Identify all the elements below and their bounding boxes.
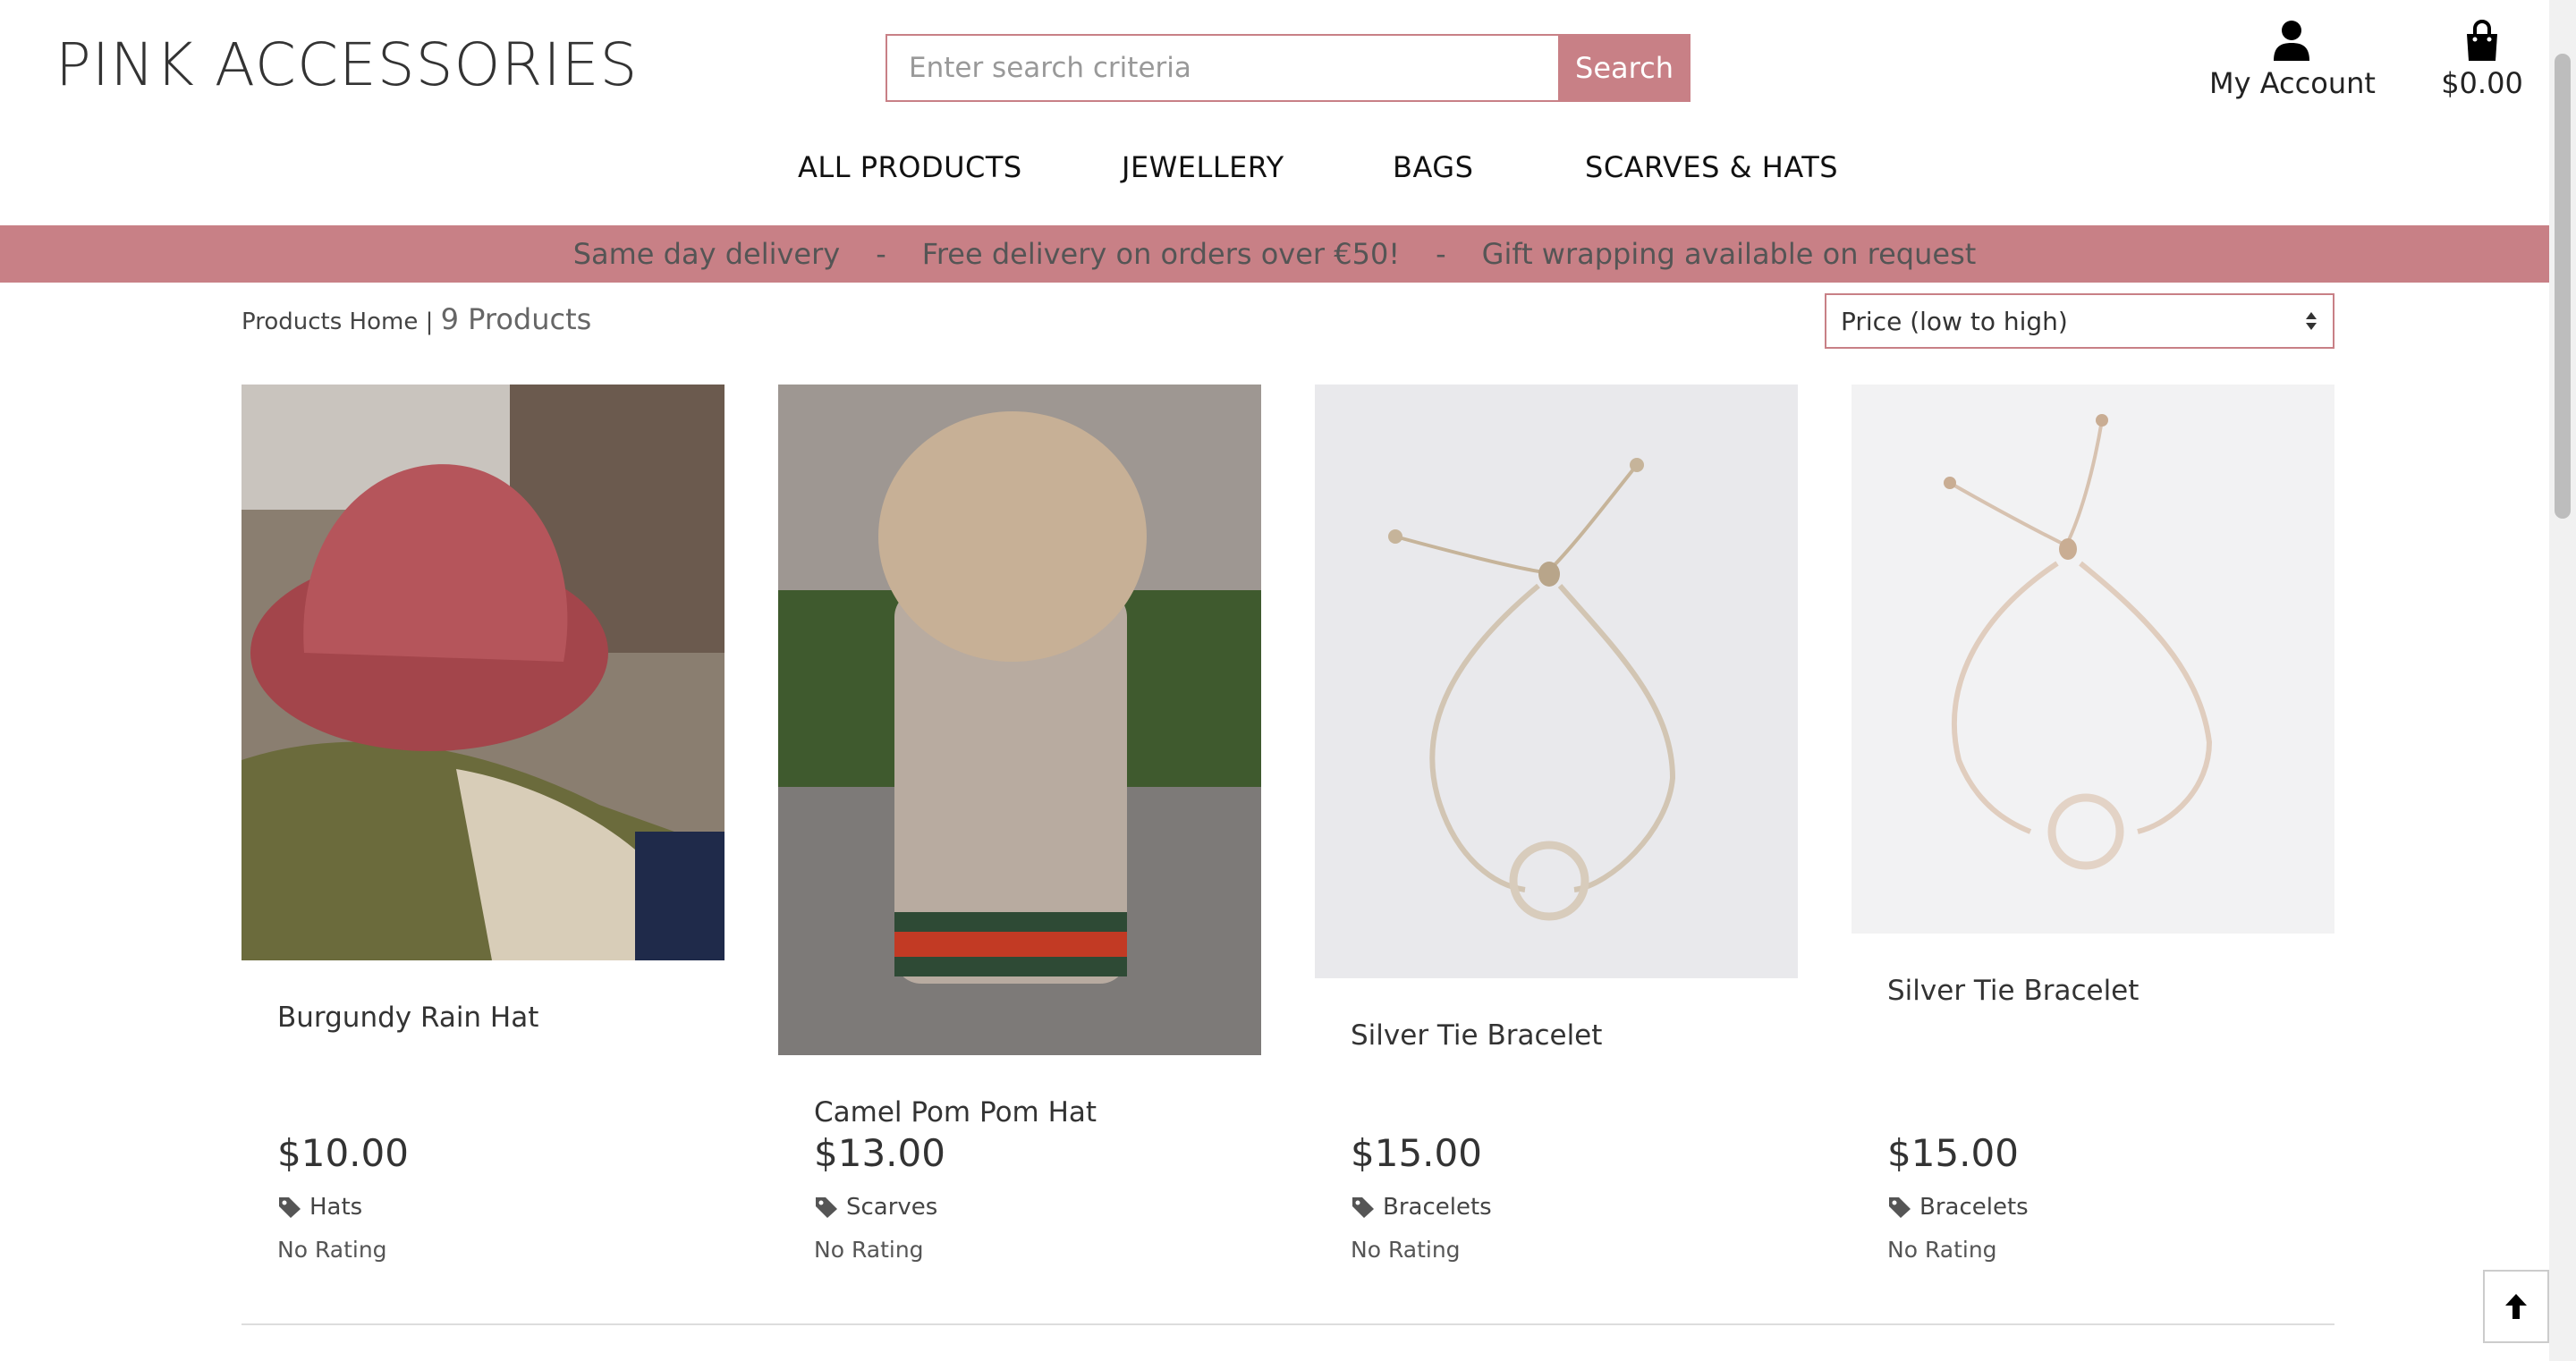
- product-rating: No Rating: [1887, 1237, 1997, 1263]
- promo-gift-wrap: Gift wrapping available on request: [1481, 237, 1977, 271]
- product-card[interactable]: Silver Tie Bracelet $15.00 Bracelets No …: [1852, 385, 2334, 1263]
- product-category[interactable]: Hats: [277, 1194, 362, 1221]
- cart-total: $0.00: [2441, 66, 2523, 100]
- shopping-bag-icon: [2467, 20, 2497, 61]
- cart-link[interactable]: $0.00: [2433, 20, 2531, 100]
- nav-jewellery[interactable]: JEWELLERY: [1122, 150, 1284, 184]
- back-to-top-button[interactable]: [2483, 1270, 2549, 1343]
- product-rating: No Rating: [277, 1237, 387, 1263]
- product-category[interactable]: Scarves: [814, 1194, 937, 1221]
- product-category-label: Bracelets: [1919, 1194, 2029, 1221]
- my-account-label: My Account: [2209, 66, 2376, 100]
- tag-icon: [816, 1197, 837, 1218]
- nav-scarves-hats[interactable]: SCARVES & HATS: [1585, 150, 1838, 184]
- page-scrollbar[interactable]: [2549, 0, 2576, 1361]
- tag-icon: [279, 1197, 301, 1218]
- breadcrumb-products-home[interactable]: Products Home: [242, 309, 418, 335]
- product-image[interactable]: [242, 385, 724, 960]
- product-name[interactable]: Camel Pom Pom Hat: [814, 1096, 1097, 1129]
- product-image[interactable]: [778, 385, 1261, 1055]
- product-category[interactable]: Bracelets: [1887, 1194, 2029, 1221]
- tag-icon: [1889, 1197, 1911, 1218]
- product-category-label: Scarves: [846, 1194, 938, 1221]
- product-card[interactable]: Burgundy Rain Hat $10.00 Hats No Rating: [242, 385, 724, 1263]
- product-card[interactable]: Silver Tie Bracelet $15.00 Bracelets No …: [1315, 385, 1798, 1263]
- search-button[interactable]: Search: [1558, 34, 1690, 102]
- product-price: $15.00: [1351, 1131, 1482, 1175]
- my-account-link[interactable]: My Account: [2209, 20, 2376, 100]
- product-category-label: Hats: [309, 1194, 363, 1221]
- site-logo[interactable]: PINK ACCESSORIES: [55, 30, 638, 99]
- promo-banner: Same day delivery - Free delivery on ord…: [0, 225, 2549, 283]
- sort-select[interactable]: Price (low to high): [1825, 293, 2334, 349]
- sort-selected-value: Price (low to high): [1841, 306, 2068, 336]
- product-category[interactable]: Bracelets: [1351, 1194, 1492, 1221]
- search-form: Search: [886, 34, 1690, 102]
- product-rating: No Rating: [814, 1237, 924, 1263]
- site-header: PINK ACCESSORIES Search My Account $0.00…: [0, 0, 2549, 225]
- product-price: $15.00: [1887, 1131, 2019, 1175]
- nav-bags[interactable]: BAGS: [1393, 150, 1473, 184]
- product-card[interactable]: Camel Pom Pom Hat $13.00 Scarves No Rati…: [778, 385, 1261, 1263]
- promo-separator: -: [876, 237, 886, 271]
- search-input[interactable]: [886, 34, 1558, 102]
- promo-separator: -: [1436, 237, 1446, 271]
- breadcrumb-separator: |: [425, 309, 434, 335]
- promo-free-delivery: Free delivery on orders over €50!: [921, 237, 1401, 271]
- arrow-up-icon: [2505, 1294, 2527, 1319]
- tag-icon: [1352, 1197, 1374, 1218]
- product-price: $10.00: [277, 1131, 409, 1175]
- nav-all-products[interactable]: ALL PRODUCTS: [798, 150, 1022, 184]
- product-price: $13.00: [814, 1131, 945, 1175]
- scrollbar-thumb[interactable]: [2555, 54, 2571, 519]
- product-name[interactable]: Silver Tie Bracelet: [1351, 1019, 1602, 1052]
- product-count: 9 Products: [440, 302, 592, 336]
- product-name[interactable]: Silver Tie Bracelet: [1887, 975, 2139, 1007]
- product-image[interactable]: [1315, 385, 1798, 978]
- user-icon: [2274, 21, 2309, 61]
- product-name[interactable]: Burgundy Rain Hat: [277, 1002, 538, 1034]
- breadcrumb: Products Home | 9 Products: [242, 302, 591, 336]
- product-category-label: Bracelets: [1383, 1194, 1492, 1221]
- promo-same-day: Same day delivery: [572, 237, 841, 271]
- main-nav: ALL PRODUCTS JEWELLERY BAGS SCARVES & HA…: [0, 150, 2549, 202]
- product-rating: No Rating: [1351, 1237, 1461, 1263]
- product-image[interactable]: [1852, 385, 2334, 934]
- sort-arrows-icon: [2306, 312, 2317, 330]
- section-divider: [242, 1323, 2334, 1325]
